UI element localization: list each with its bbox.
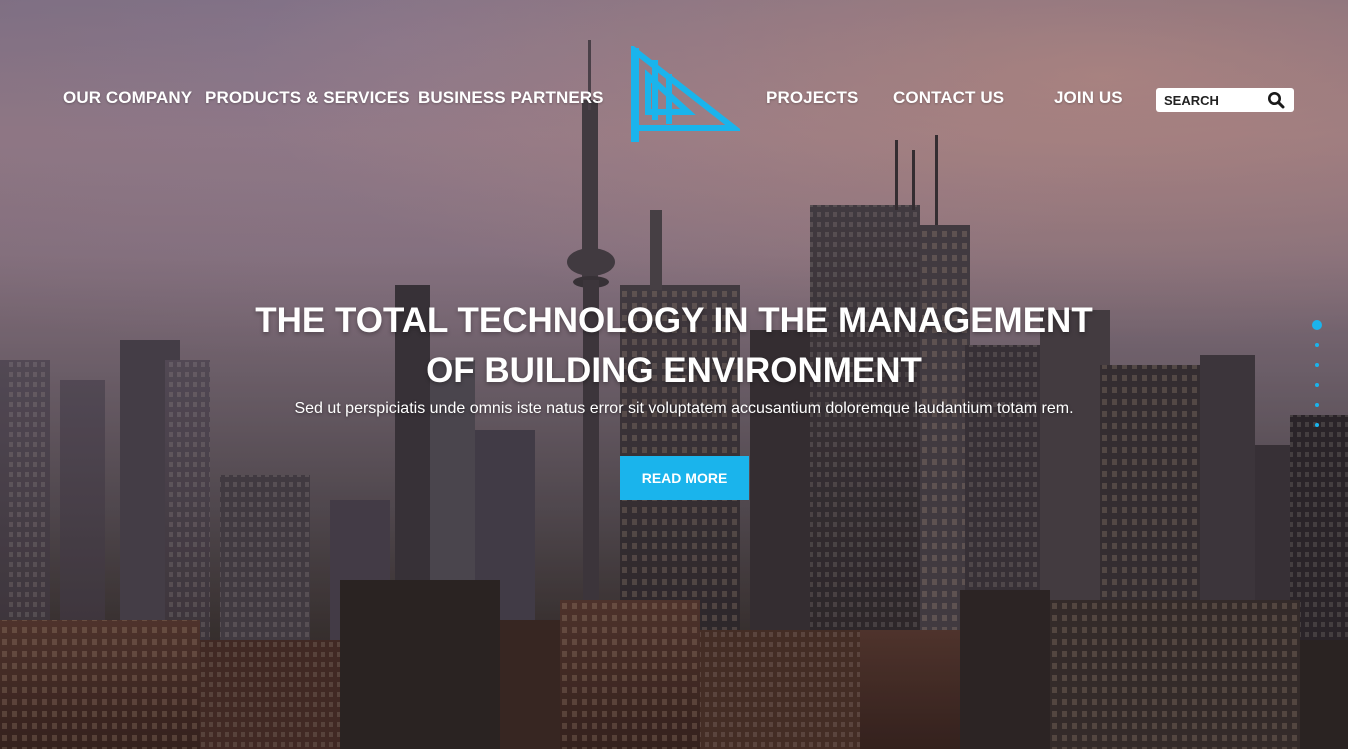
slide-dot-6[interactable] [1315, 423, 1319, 427]
nav-join-us[interactable]: JOIN US [1054, 88, 1123, 108]
nav-our-company[interactable]: OUR COMPANY [63, 88, 192, 108]
slide-dot-1[interactable] [1312, 320, 1322, 330]
nav-projects[interactable]: PROJECTS [766, 88, 858, 108]
slide-dot-4[interactable] [1315, 383, 1319, 387]
search-input[interactable] [1156, 88, 1264, 112]
slide-dot-3[interactable] [1315, 363, 1319, 367]
slide-dot-2[interactable] [1315, 343, 1319, 347]
hero-subtext: Sed ut perspiciatis unde omnis iste natu… [294, 400, 1074, 417]
hero-headline: THE TOTAL TECHNOLOGY IN THE MANAGEMENT O… [174, 296, 1174, 396]
nav-business-partners[interactable]: BUSINESS PARTNERS [418, 88, 604, 108]
slide-dot-5[interactable] [1315, 403, 1319, 407]
hero-section: OUR COMPANY PRODUCTS & SERVICES BUSINESS… [0, 0, 1348, 749]
read-more-button[interactable]: READ MORE [620, 456, 749, 500]
hero-headline-line-2: OF BUILDING ENVIRONMENT [426, 351, 922, 390]
hero-headline-line-1: THE TOTAL TECHNOLOGY IN THE MANAGEMENT [255, 301, 1093, 340]
nav-products-services[interactable]: PRODUCTS & SERVICES [205, 88, 410, 108]
triangle-logo-icon[interactable] [630, 46, 740, 142]
nav-contact-us[interactable]: CONTACT US [893, 88, 1004, 108]
search-icon[interactable] [1267, 91, 1285, 109]
